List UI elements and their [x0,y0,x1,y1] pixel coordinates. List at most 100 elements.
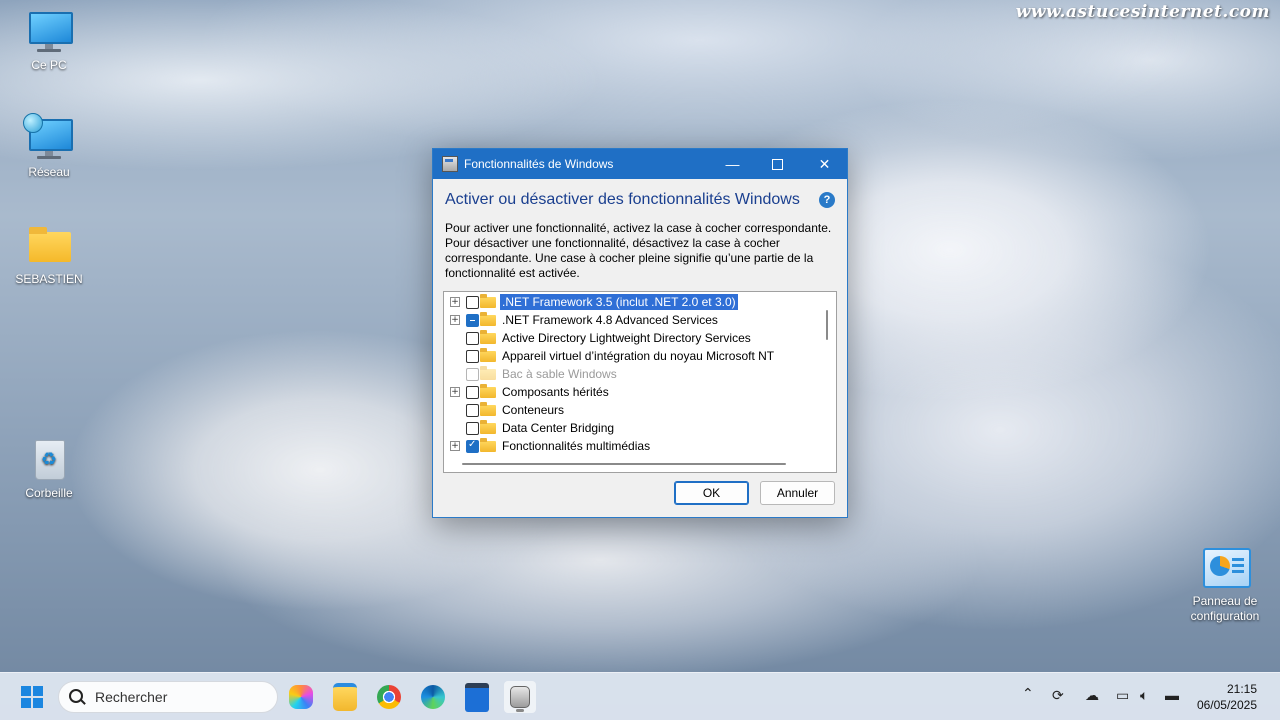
minimize-icon: — [725,156,740,172]
chevron-up-icon[interactable]: ⌃ [1022,685,1034,702]
folder-icon [480,311,496,326]
cloud-off-icon[interactable]: ☁ [1085,687,1099,704]
folder-icon [480,383,496,398]
taskbar: Rechercher ⌃ ⟳ ☁ ▭ 🔈︎ ▬ 21:15 06/05/2025 [0,672,1280,720]
feature-checkbox[interactable] [466,403,479,417]
clock[interactable]: 21:15 06/05/2025 [1197,681,1257,713]
desktop-icon-label: Ce PC [31,58,67,72]
dialog-heading: Activer ou désactiver des fonctionnalité… [445,191,800,208]
windows-features-dialog: Fonctionnalités de Windows — ✕ Activer o… [432,148,848,518]
search-icon [69,689,83,703]
folder-icon [480,293,496,308]
clock-date: 06/05/2025 [1196,698,1257,712]
taskbar-copilot[interactable] [285,681,317,713]
folder-icon [480,365,496,380]
search-placeholder: Rechercher [95,689,168,705]
file-explorer-icon [333,683,357,711]
copilot-icon [289,685,313,709]
feature-row-sandbox[interactable]: Bac à sable Windows [444,365,824,383]
expand-icon[interactable]: + [450,315,460,325]
battery-icon[interactable]: ▬ [1165,687,1179,703]
feature-label: Bac à sable Windows [502,367,617,381]
feature-label: Data Center Bridging [502,421,615,435]
windows-features-app-icon [442,156,458,172]
desktop-icon-label: Réseau [28,165,70,179]
desktop-icon-panneau-de-configuration[interactable]: Panneau de configuration [1183,544,1267,624]
computer-icon [25,8,73,56]
search-box[interactable]: Rechercher [58,681,278,713]
cancel-button[interactable]: Annuler [760,481,835,505]
expand-icon[interactable]: + [450,441,460,451]
taskbar-store[interactable] [461,681,493,713]
feature-row-legacy[interactable]: + Composants hérités [444,383,824,401]
taskbar-windows-features[interactable] [504,681,536,713]
edge-icon [421,685,445,709]
feature-label: .NET Framework 4.8 Advanced Services [502,313,718,327]
feature-checkbox[interactable] [466,421,479,435]
taskbar-chrome[interactable] [373,681,405,713]
dialog-title: Fonctionnalités de Windows [464,157,614,171]
folder-icon [25,222,73,270]
store-icon [465,682,489,712]
folder-icon [480,347,496,362]
feature-checkbox[interactable] [466,349,479,363]
feature-checkbox[interactable] [466,331,479,345]
feature-row-containers[interactable]: Conteneurs [444,401,824,419]
minimize-button[interactable]: — [710,149,755,179]
maximize-icon [772,158,783,170]
feature-row-net35[interactable]: + .NET Framework 3.5 (inclut .NET 2.0 et… [444,293,824,311]
clock-time: 21:15 [1226,682,1257,696]
desktop-icon-label: Corbeille [25,486,73,500]
feature-row-net48[interactable]: + .NET Framework 4.8 Advanced Services [444,311,824,329]
expand-icon[interactable]: + [450,387,460,397]
expand-icon[interactable]: + [450,297,460,307]
feature-checkbox [466,367,479,381]
desktop-icon-reseau[interactable]: Réseau [9,113,89,179]
feature-checkbox[interactable] [466,313,479,327]
close-button[interactable]: ✕ [802,149,847,179]
feature-row-kernel-vm[interactable]: Appareil virtuel d’intégration du noyau … [444,347,824,365]
feature-row-media[interactable]: + Fonctionnalités multimédias [444,437,824,455]
feature-checkbox[interactable] [466,385,479,399]
features-tree[interactable]: + .NET Framework 3.5 (inclut .NET 2.0 et… [443,291,837,473]
feature-row-dcb[interactable]: Data Center Bridging [444,419,824,437]
dialog-titlebar[interactable]: Fonctionnalités de Windows — ✕ [433,149,847,179]
control-panel-icon [1201,544,1251,592]
desktop-icon-corbeille[interactable]: ♻ Corbeille [9,436,89,500]
network-icon [23,113,73,163]
close-icon: ✕ [818,155,831,172]
feature-label: Composants hérités [502,385,609,399]
feature-label: Fonctionnalités multimédias [502,439,651,453]
folder-icon [480,401,496,416]
feature-row-adlds[interactable]: Active Directory Lightweight Directory S… [444,329,824,347]
vertical-scrollbar[interactable] [826,310,828,340]
dialog-description: Pour activer une fonctionnalité, activez… [445,221,832,280]
folder-icon [480,329,496,344]
feature-checkbox[interactable] [466,439,479,453]
horizontal-scrollbar[interactable] [462,463,786,465]
folder-icon [480,437,496,452]
desktop-icon-sebastien[interactable]: SEBASTIEN [9,222,89,286]
feature-label: Appareil virtuel d’intégration du noyau … [502,349,775,363]
start-button[interactable] [16,681,48,713]
desktop-icon-ce-pc[interactable]: Ce PC [9,8,89,72]
windows-features-icon [510,686,530,708]
feature-label: Conteneurs [502,403,565,417]
watermark: www.astucesinternet.com [1015,2,1270,22]
feature-label: Active Directory Lightweight Directory S… [502,331,751,345]
volume-icon[interactable]: 🔈︎ [1140,687,1148,704]
taskbar-edge[interactable] [417,681,449,713]
recycle-bin-icon: ♻ [25,436,73,484]
folder-icon [480,419,496,434]
sync-icon[interactable]: ⟳ [1052,687,1064,704]
network-icon[interactable]: ▭ [1116,687,1129,704]
ok-button[interactable]: OK [674,481,749,505]
chrome-icon [377,685,401,709]
taskbar-file-explorer[interactable] [329,681,361,713]
windows-logo-icon [21,686,43,708]
maximize-button[interactable] [755,149,800,179]
help-icon[interactable]: ? [819,192,835,208]
feature-checkbox[interactable] [466,295,479,309]
desktop-icon-label: SEBASTIEN [15,272,83,286]
feature-label: .NET Framework 3.5 (inclut .NET 2.0 et 3… [500,294,738,310]
